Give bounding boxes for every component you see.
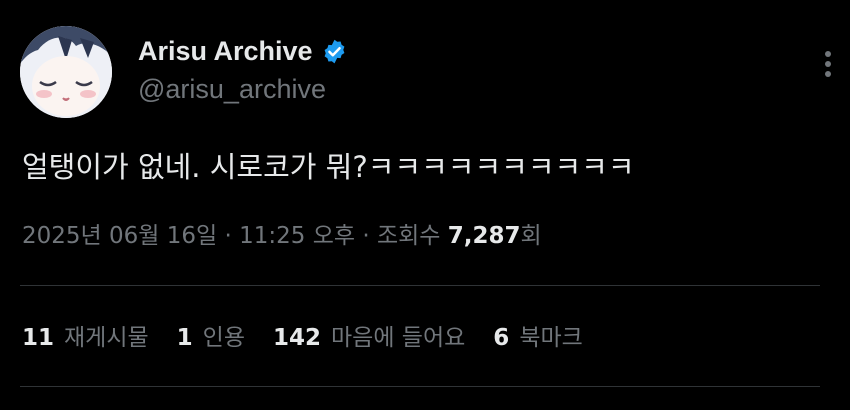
views-count: 7,287 xyxy=(447,223,521,249)
stat-quotes[interactable]: 1 인용 xyxy=(177,318,245,352)
author-block: Arisu Archive @arisu_archive xyxy=(138,32,348,105)
display-name[interactable]: Arisu Archive xyxy=(138,36,313,67)
more-vertical-icon[interactable] xyxy=(818,48,838,84)
divider xyxy=(20,386,820,387)
engagement-stats: 11 재게시물 1 인용 142 마음에 들어요 6 북마크 xyxy=(22,318,611,352)
handle[interactable]: @arisu_archive xyxy=(138,74,348,105)
stat-likes[interactable]: 142 마음에 들어요 xyxy=(273,318,465,352)
stat-label: 인용 xyxy=(202,325,245,351)
stat-count: 142 xyxy=(273,325,322,351)
stat-bookmarks[interactable]: 6 북마크 xyxy=(493,318,583,352)
stat-label: 재게시물 xyxy=(64,325,149,351)
stat-label: 마음에 들어요 xyxy=(331,325,466,351)
views-suffix: 회 xyxy=(520,223,542,249)
tweet-meta: 2025년 06월 16일 · 11:25 오후 · 조회수 7,287회 xyxy=(22,218,542,254)
tweet-text: 얼탱이가 없네. 시로코가 뭐?ㅋㅋㅋㅋㅋㅋㅋㅋㅋㅋ xyxy=(22,150,635,184)
avatar[interactable] xyxy=(20,26,112,118)
meta-separator: · xyxy=(355,223,377,249)
stat-label: 북마크 xyxy=(519,325,583,351)
stat-count: 6 xyxy=(493,325,510,351)
views-label: 조회수 xyxy=(376,223,448,249)
verified-badge-icon[interactable] xyxy=(321,38,348,65)
meta-separator: · xyxy=(217,223,240,249)
stat-count: 11 xyxy=(22,325,55,351)
stat-reposts[interactable]: 11 재게시물 xyxy=(22,318,149,352)
divider xyxy=(20,285,820,286)
stat-count: 1 xyxy=(176,325,193,351)
tweet-date[interactable]: 2025년 06월 16일 xyxy=(22,223,217,249)
name-row: Arisu Archive xyxy=(138,32,348,70)
tweet-time[interactable]: 11:25 오후 xyxy=(239,223,355,249)
